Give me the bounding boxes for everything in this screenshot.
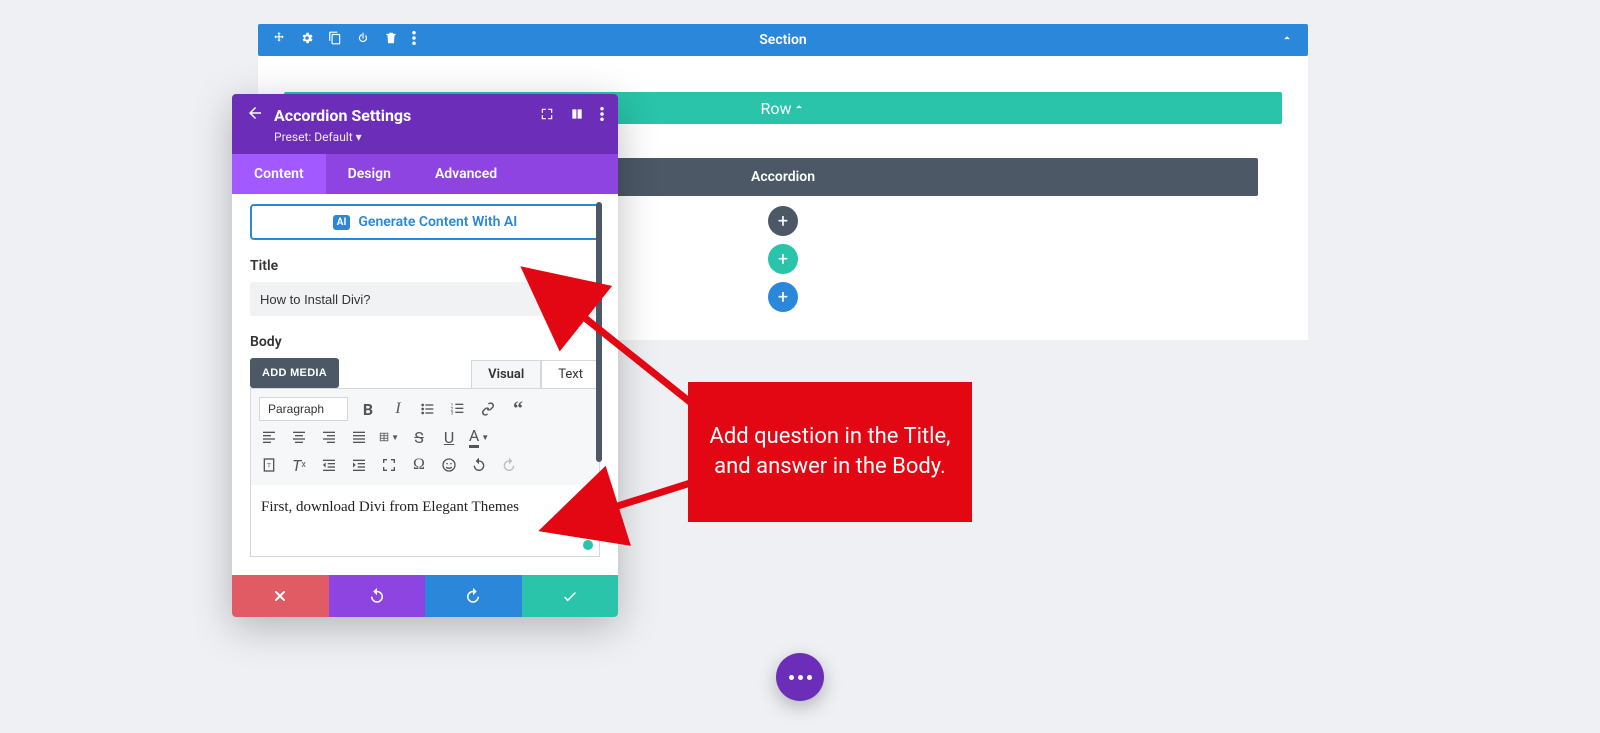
svg-text:3: 3: [451, 410, 454, 416]
tab-content[interactable]: Content: [232, 154, 326, 194]
align-left-icon[interactable]: [259, 427, 279, 447]
outdent-icon[interactable]: [319, 455, 339, 475]
module-label: Accordion: [751, 169, 815, 185]
section-toolbar: [258, 31, 416, 49]
preset-indicator[interactable]: Preset: Default ▾: [274, 130, 604, 144]
back-icon[interactable]: [246, 104, 264, 126]
duplicate-icon[interactable]: [328, 31, 342, 49]
fullscreen-icon[interactable]: [379, 455, 399, 475]
link-icon[interactable]: [478, 399, 498, 419]
annotation-callout: Add question in the Title, and answer in…: [688, 382, 972, 522]
modal-title: Accordion Settings: [274, 106, 530, 125]
annotation-arrow-title: [560, 300, 720, 430]
modal-header: Accordion Settings Preset: Default ▾: [232, 94, 618, 154]
undo-icon[interactable]: [469, 455, 489, 475]
bold-icon[interactable]: B: [358, 399, 378, 419]
ai-badge-icon: AI: [333, 215, 351, 230]
paste-text-icon[interactable]: T: [259, 455, 279, 475]
body-editor-content[interactable]: First, download Divi from Elegant Themes: [251, 485, 599, 556]
body-label: Body: [250, 334, 600, 350]
quote-icon[interactable]: “: [508, 399, 528, 419]
dots-icon[interactable]: [412, 31, 416, 49]
redo-button[interactable]: [425, 575, 522, 617]
move-icon[interactable]: [272, 31, 286, 49]
builder-menu-fab[interactable]: [776, 653, 824, 701]
italic-icon[interactable]: I: [388, 399, 408, 419]
add-section-button[interactable]: +: [768, 282, 798, 312]
align-center-icon[interactable]: [289, 427, 309, 447]
column-icon[interactable]: [570, 106, 584, 125]
modal-footer: [232, 575, 618, 617]
rich-text-editor: Paragraph B I 123 “ ▼ S: [250, 388, 600, 557]
more-icon[interactable]: [600, 106, 604, 125]
gear-icon[interactable]: [300, 31, 314, 49]
annotation-arrow-body: [590, 470, 710, 530]
redo-icon[interactable]: [499, 455, 519, 475]
mode-visual-tab[interactable]: Visual: [471, 360, 541, 388]
table-icon[interactable]: ▼: [379, 427, 399, 447]
svg-text:T: T: [267, 462, 271, 470]
resize-handle-icon[interactable]: [583, 540, 593, 550]
title-label: Title: [250, 258, 600, 274]
text-color-icon[interactable]: A▼: [469, 427, 489, 447]
add-module-button[interactable]: +: [768, 206, 798, 236]
undo-button[interactable]: [329, 575, 426, 617]
trash-icon[interactable]: [384, 31, 398, 49]
clear-format-icon[interactable]: Tx: [289, 455, 309, 475]
editor-toolbar: Paragraph B I 123 “ ▼ S: [251, 389, 599, 485]
underline-icon[interactable]: U: [439, 427, 459, 447]
chevron-up-icon[interactable]: [792, 99, 806, 118]
title-input[interactable]: [250, 282, 600, 316]
section-label: Section: [759, 32, 806, 48]
align-justify-icon[interactable]: [349, 427, 369, 447]
emoji-icon[interactable]: [439, 455, 459, 475]
add-row-button[interactable]: +: [768, 244, 798, 274]
section-bar[interactable]: Section: [258, 24, 1308, 56]
block-format-select[interactable]: Paragraph: [259, 397, 348, 421]
generate-ai-button[interactable]: AI Generate Content With AI: [250, 204, 600, 240]
omega-icon[interactable]: Ω: [409, 455, 429, 475]
strikethrough-icon[interactable]: S: [409, 427, 429, 447]
cancel-button[interactable]: [232, 575, 329, 617]
indent-icon[interactable]: [349, 455, 369, 475]
chevron-down-icon: ▾: [356, 130, 362, 144]
chevron-up-icon[interactable]: [1280, 31, 1294, 49]
expand-icon[interactable]: [540, 106, 554, 125]
bullet-list-icon[interactable]: [418, 399, 438, 419]
modal-tabs: Content Design Advanced: [232, 154, 618, 194]
tab-advanced[interactable]: Advanced: [413, 154, 519, 194]
tab-design[interactable]: Design: [326, 154, 413, 194]
save-button[interactable]: [522, 575, 619, 617]
ordered-list-icon[interactable]: 123: [448, 399, 468, 419]
row-label: Row: [760, 99, 791, 118]
add-media-button[interactable]: ADD MEDIA: [250, 358, 339, 388]
power-icon[interactable]: [356, 31, 370, 49]
align-right-icon[interactable]: [319, 427, 339, 447]
